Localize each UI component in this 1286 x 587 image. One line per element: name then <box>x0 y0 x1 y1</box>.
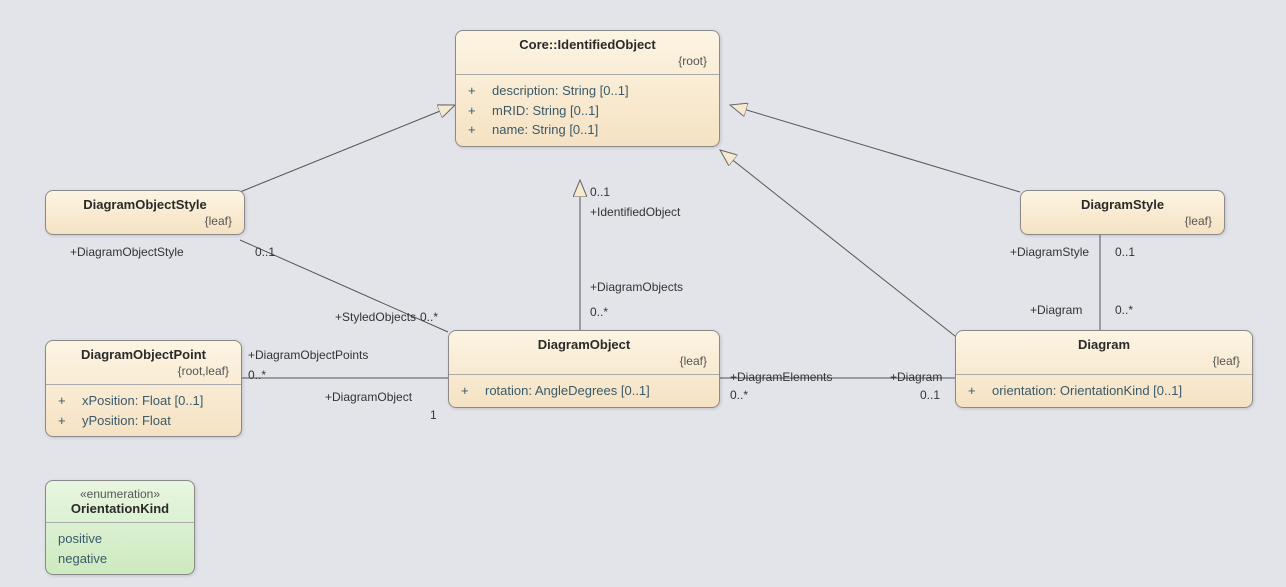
class-title: Core::IdentifiedObject <box>468 37 707 52</box>
class-constraint: {leaf} <box>968 354 1240 368</box>
assoc-role: +DiagramObjects <box>590 280 683 294</box>
assoc-card: 1 <box>430 408 437 422</box>
assoc-role: +IdentifiedObject <box>590 205 680 219</box>
class-diagram-object-style[interactable]: DiagramObjectStyle {leaf} <box>45 190 245 235</box>
assoc-card: 0..1 <box>1115 245 1135 259</box>
assoc-role: +Diagram <box>1030 303 1082 317</box>
assoc-card: 0..* <box>1115 303 1133 317</box>
assoc-card: 0..1 <box>920 388 940 402</box>
attr-compartment: +xPosition: Float [0..1] +yPosition: Flo… <box>46 385 241 436</box>
class-constraint: {leaf} <box>1033 214 1212 228</box>
attr-compartment: +rotation: AngleDegrees [0..1] <box>449 375 719 407</box>
enum-orientation-kind[interactable]: «enumeration» OrientationKind positive n… <box>45 480 195 575</box>
assoc-role: +Diagram <box>890 370 942 384</box>
assoc-card: 0..* <box>590 305 608 319</box>
assoc-card: 0..* <box>420 310 438 324</box>
class-title: DiagramObjectStyle <box>58 197 232 212</box>
assoc-card: 0..1 <box>590 185 610 199</box>
assoc-role: +DiagramObjectStyle <box>70 245 184 259</box>
assoc-role: +StyledObjects <box>335 310 416 324</box>
class-title: DiagramObjectPoint <box>58 347 229 362</box>
assoc-role: +DiagramStyle <box>1010 245 1089 259</box>
assoc-role: +DiagramObjectPoints <box>248 348 368 362</box>
class-constraint: {root} <box>468 54 707 68</box>
attr-compartment: +orientation: OrientationKind [0..1] <box>956 375 1252 407</box>
class-diagram-style[interactable]: DiagramStyle {leaf} <box>1020 190 1225 235</box>
class-identified-object[interactable]: Core::IdentifiedObject {root} +descripti… <box>455 30 720 147</box>
class-constraint: {leaf} <box>461 354 707 368</box>
assoc-role: +DiagramElements <box>730 370 832 384</box>
assoc-role: +DiagramObject <box>325 390 412 404</box>
enum-title: OrientationKind <box>58 501 182 516</box>
class-diagram-object[interactable]: DiagramObject {leaf} +rotation: AngleDeg… <box>448 330 720 408</box>
class-constraint: {leaf} <box>58 214 232 228</box>
class-title: DiagramObject <box>461 337 707 352</box>
assoc-card: 0..* <box>730 388 748 402</box>
class-title: Diagram <box>968 337 1240 352</box>
enum-literals: positive negative <box>46 523 194 574</box>
attr-compartment: +description: String [0..1] +mRID: Strin… <box>456 75 719 146</box>
class-title: DiagramStyle <box>1033 197 1212 212</box>
assoc-card: 0..1 <box>255 245 275 259</box>
class-constraint: {root,leaf} <box>58 364 229 378</box>
class-diagram[interactable]: Diagram {leaf} +orientation: Orientation… <box>955 330 1253 408</box>
assoc-card: 0..* <box>248 368 266 382</box>
enum-stereotype: «enumeration» <box>58 487 182 501</box>
class-diagram-object-point[interactable]: DiagramObjectPoint {root,leaf} +xPositio… <box>45 340 242 437</box>
